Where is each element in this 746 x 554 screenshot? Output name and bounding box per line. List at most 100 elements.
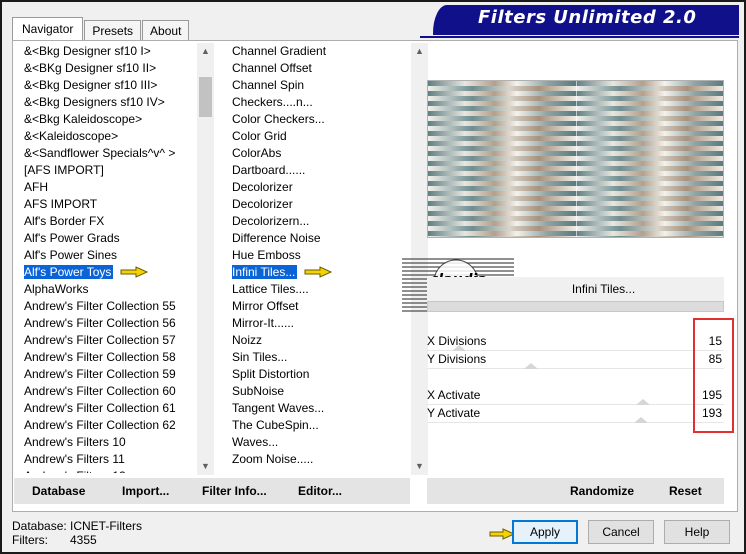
category-item[interactable]: [AFS IMPORT]	[24, 162, 196, 179]
category-item[interactable]: &<BKg Designer sf10 II>	[24, 60, 196, 77]
category-item-label: &<Bkg Kaleidoscope>	[24, 112, 143, 126]
category-item[interactable]: AFH	[24, 179, 196, 196]
category-item[interactable]: Andrew's Filters 12	[24, 468, 196, 473]
category-scrollbar[interactable]: ▲ ▼	[197, 43, 214, 475]
filter-item-label: Dartboard......	[232, 163, 306, 177]
filter-item[interactable]: Tangent Waves...	[232, 400, 410, 417]
editor-button[interactable]: Editor...	[298, 478, 342, 504]
category-item[interactable]: AFS IMPORT	[24, 196, 196, 213]
filter-item[interactable]: Channel Offset	[232, 60, 410, 77]
category-item[interactable]: &<Bkg Designers sf10 IV>	[24, 94, 196, 111]
param-slider-row[interactable]: X Divisions 15	[427, 333, 724, 351]
filter-item[interactable]: Decolorizer	[232, 179, 410, 196]
filter-item-label: Difference Noise	[232, 231, 321, 245]
category-item[interactable]: &<Kaleidoscope>	[24, 128, 196, 145]
filter-item[interactable]: Color Checkers...	[232, 111, 410, 128]
filter-item[interactable]: Sin Tiles...	[232, 349, 410, 366]
category-item[interactable]: Andrew's Filter Collection 61	[24, 400, 196, 417]
category-item[interactable]: Andrew's Filters 11	[24, 451, 196, 468]
filter-name-bar: Infini Tiles...	[427, 277, 724, 301]
database-label: Database:	[12, 519, 67, 533]
database-value: ICNET-Filters	[70, 519, 142, 533]
category-item[interactable]: &<Bkg Kaleidoscope>	[24, 111, 196, 128]
filter-item[interactable]: Infini Tiles...	[232, 264, 410, 281]
filter-item-label: Color Grid	[232, 129, 287, 143]
scrollbar-thumb[interactable]	[199, 77, 212, 117]
filter-item[interactable]: Dartboard......	[232, 162, 410, 179]
separator-bar	[427, 301, 724, 312]
param-slider-row[interactable]: Y Divisions 85	[427, 351, 724, 369]
filter-item[interactable]: The CubeSpin...	[232, 417, 410, 434]
filter-item-label: Sin Tiles...	[232, 350, 288, 364]
filter-item-label: Tangent Waves...	[232, 401, 325, 415]
param-label: X Activate	[427, 388, 481, 402]
category-item[interactable]: AlphaWorks	[24, 281, 196, 298]
category-item-label: &<BKg Designer sf10 II>	[24, 61, 157, 75]
filter-item[interactable]: SubNoise	[232, 383, 410, 400]
import-button[interactable]: Import...	[122, 478, 169, 504]
filter-item[interactable]: ColorAbs	[232, 145, 410, 162]
category-item-label: &<Kaleidoscope>	[24, 129, 119, 143]
category-item[interactable]: Andrew's Filter Collection 60	[24, 383, 196, 400]
filter-item[interactable]: Waves...	[232, 434, 410, 451]
category-item-label: Alf's Power Toys	[24, 265, 114, 279]
reset-button[interactable]: Reset	[669, 478, 702, 504]
apply-button[interactable]: Apply	[512, 520, 578, 544]
scroll-up-arrow-icon[interactable]: ▲	[197, 43, 214, 60]
category-item[interactable]: Andrew's Filter Collection 59	[24, 366, 196, 383]
slider-thumb[interactable]	[633, 417, 648, 423]
category-item[interactable]: Andrew's Filter Collection 55	[24, 298, 196, 315]
filter-item[interactable]: Decolorizern...	[232, 213, 410, 230]
category-item[interactable]: Andrew's Filter Collection 58	[24, 349, 196, 366]
category-item[interactable]: Alf's Power Sines	[24, 247, 196, 264]
category-item[interactable]: &<Sandflower Specials^v^ >	[24, 145, 196, 162]
right-toolbar: Randomize Reset	[427, 478, 724, 504]
filter-item[interactable]: Channel Gradient	[232, 43, 410, 60]
category-item-label: Andrew's Filter Collection 55	[24, 299, 176, 313]
filter-item[interactable]: Lattice Tiles....	[232, 281, 410, 298]
tab-about[interactable]: About	[142, 20, 190, 41]
param-slider-row[interactable]: Y Activate 193	[427, 405, 724, 423]
category-item[interactable]: Andrew's Filter Collection 62	[24, 417, 196, 434]
randomize-button[interactable]: Randomize	[570, 478, 634, 504]
category-item[interactable]: Alf's Power Toys	[24, 264, 196, 281]
app-title: Filters Unlimited 2.0	[478, 7, 697, 28]
filter-item-label: Decolorizern...	[232, 214, 310, 228]
filter-item[interactable]: Decolorizer	[232, 196, 410, 213]
category-item-label: Andrew's Filter Collection 60	[24, 384, 176, 398]
filter-item[interactable]: Mirror Offset	[232, 298, 410, 315]
filter-item[interactable]: Hue Emboss	[232, 247, 410, 264]
filter-item-label: Mirror Offset	[232, 299, 299, 313]
category-item[interactable]: Andrew's Filter Collection 56	[24, 315, 196, 332]
category-item[interactable]: Andrew's Filter Collection 57	[24, 332, 196, 349]
category-item[interactable]: Alf's Border FX	[24, 213, 196, 230]
param-slider-row[interactable]: X Activate 195	[427, 387, 724, 405]
filter-info-button[interactable]: Filter Info...	[202, 478, 267, 504]
filter-item[interactable]: Mirror-It......	[232, 315, 410, 332]
filter-item[interactable]: Zoom Noise.....	[232, 451, 410, 468]
filter-item-label: Checkers....n...	[232, 95, 313, 109]
scroll-up-arrow-icon[interactable]: ▲	[411, 43, 428, 60]
category-item[interactable]: &<Bkg Designer sf10 I>	[24, 43, 196, 60]
tab-navigator[interactable]: Navigator	[12, 17, 84, 41]
filter-item[interactable]: Color Grid	[232, 128, 410, 145]
category-item-label: AFH	[24, 180, 48, 194]
title-rule	[420, 36, 739, 38]
scroll-down-arrow-icon[interactable]: ▼	[411, 458, 428, 475]
slider-thumb[interactable]	[523, 363, 538, 369]
category-item[interactable]: Andrew's Filters 10	[24, 434, 196, 451]
tab-presets[interactable]: Presets	[84, 20, 142, 41]
filter-item-label: Zoom Noise.....	[232, 452, 314, 466]
filter-item[interactable]: Noizz	[232, 332, 410, 349]
cancel-button[interactable]: Cancel	[588, 520, 654, 544]
category-item[interactable]: &<Bkg Designer sf10 III>	[24, 77, 196, 94]
database-button[interactable]: Database	[32, 478, 85, 504]
help-button[interactable]: Help	[664, 520, 730, 544]
filter-item[interactable]: Checkers....n...	[232, 94, 410, 111]
filter-item[interactable]: Channel Spin	[232, 77, 410, 94]
filter-item[interactable]: Split Distortion	[232, 366, 410, 383]
filters-info: Filters: 4355	[12, 533, 97, 547]
scroll-down-arrow-icon[interactable]: ▼	[197, 458, 214, 475]
filter-item[interactable]: Difference Noise	[232, 230, 410, 247]
category-item[interactable]: Alf's Power Grads	[24, 230, 196, 247]
